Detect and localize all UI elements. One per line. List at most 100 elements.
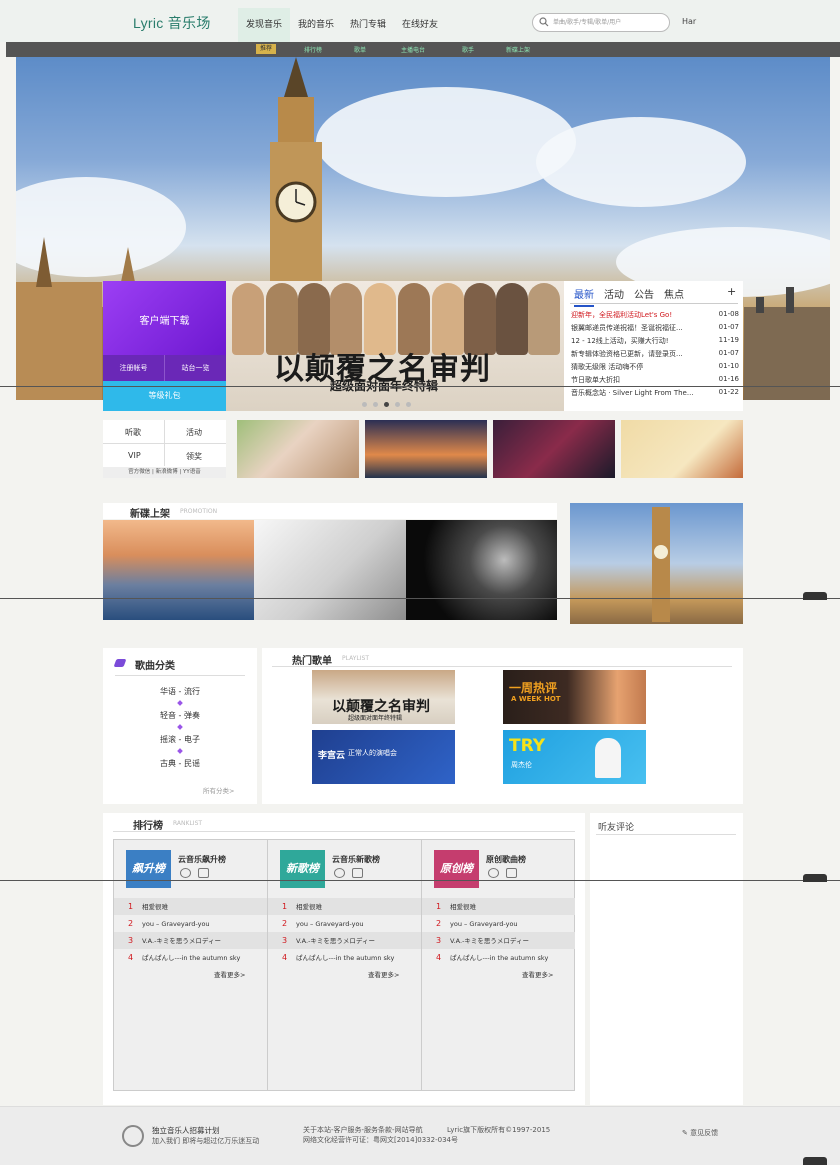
footer-links[interactable]: 关于本站-客户服务-服务条款-网站导航 (303, 1125, 423, 1135)
site-list-button[interactable]: 站台一览 (165, 355, 226, 381)
search-box[interactable] (532, 13, 670, 32)
comments-panel: 听友评论 (590, 813, 743, 1105)
news-item[interactable]: 新专辑体验资格已更新，请登录页... 01-07 (571, 349, 739, 362)
playlist-cover[interactable]: 一周热评 A WEEK HOT (503, 670, 646, 724)
play-icon[interactable] (334, 868, 345, 878)
banner-dot[interactable] (362, 402, 367, 407)
news-item[interactable]: 12 - 12线上活动，买赚大行动! 11-19 (571, 336, 739, 349)
board-name[interactable]: 云音乐新歌榜 (332, 854, 380, 865)
ranking-song[interactable]: 2 you – Graveyard-you (422, 915, 575, 932)
scroll-badge[interactable] (803, 592, 827, 600)
ranking-song[interactable]: 1 相爱很难 (114, 898, 267, 915)
plan-subtitle: 加入我们 即将与超过亿万乐迷互动 (152, 1137, 260, 1145)
board-cover[interactable]: 原创榜 (434, 850, 479, 888)
play-icon[interactable] (488, 868, 499, 878)
quick-listen[interactable]: 听歌 (125, 427, 141, 438)
news-item[interactable]: 音乐概念站 · Silver Light From The... 01-22 (571, 388, 739, 401)
site-logo[interactable]: Lyric 音乐场 (133, 13, 211, 33)
playlist-cover[interactable]: 李宫云 正常人的演唱会 (312, 730, 455, 784)
top-bar: Lyric 音乐场 发现音乐 我的音乐 热门专辑 在线好友 Har (0, 0, 840, 42)
news-item[interactable]: 猜歌无级限 活动嗨不停 01-10 (571, 362, 739, 375)
board-cover[interactable]: 新歌榜 (280, 850, 325, 888)
playlist-cover[interactable]: 以颠覆之名审判 超级面对面年终特辑 (312, 670, 455, 724)
register-account-button[interactable]: 注册帐号 (103, 355, 165, 381)
ranking-song[interactable]: 3 V.A.-キミを思うメロディー (422, 932, 575, 949)
ranking-song[interactable]: 2 you – Graveyard-you (114, 915, 267, 932)
quick-claim[interactable]: 领奖 (186, 451, 202, 462)
ranking-song[interactable]: 4 ぱんぱんし---in the autumn sky (422, 949, 575, 966)
ranking-section: 排行榜 RANKLIST 飙升榜 云音乐飙升榜 1 相爱很难 2 you – Gra… (103, 813, 585, 1105)
banner-dot[interactable] (395, 402, 400, 407)
ranking-song[interactable]: 1 相爱很难 (422, 898, 575, 915)
promo-thumb-anime[interactable] (493, 420, 615, 478)
playlist-cover[interactable]: TRY 周杰伦 (503, 730, 646, 784)
nav-discover[interactable]: 发现音乐 (238, 8, 291, 42)
news-list: 迎新年，全民福利活动Let's Go! 01-08 银翼邮递员传递祝福！圣诞祝福征… (571, 310, 739, 401)
musician-icon (122, 1125, 144, 1147)
album-cover-city[interactable] (103, 520, 254, 620)
client-download-button[interactable]: 客户端下载 (103, 281, 226, 355)
categories-title: 歌曲分类 (135, 661, 175, 672)
client-download-label: 客户端下载 (139, 316, 190, 327)
category-classical[interactable]: 古典 - 民谣 (103, 758, 257, 769)
scroll-badge[interactable] (803, 874, 827, 882)
ranking-song[interactable]: 1 相爱很难 (268, 898, 421, 915)
add-icon[interactable] (352, 868, 363, 878)
banner-dot[interactable] (406, 402, 411, 407)
promo-thumb-sunset[interactable] (365, 420, 487, 478)
category-pop[interactable]: 华语 - 流行 (103, 686, 257, 697)
album-cover-guitar[interactable] (254, 520, 406, 620)
category-icon (113, 659, 127, 667)
category-rock[interactable]: 摇滚 - 电子 (103, 734, 257, 745)
search-input[interactable] (553, 16, 665, 29)
ranking-song[interactable]: 3 V.A.-キミを思うメロディー (268, 932, 421, 949)
board-name[interactable]: 云音乐飙升榜 (178, 854, 226, 865)
ranking-board: 新歌榜 云音乐新歌榜 1 相爱很难 2 you – Graveyard-you 3V… (268, 840, 422, 1090)
ranking-song[interactable]: 2 you – Graveyard-you (268, 915, 421, 932)
add-icon[interactable] (198, 868, 209, 878)
scroll-badge[interactable] (803, 1157, 827, 1165)
subnav-radio[interactable]: 主播电台 (401, 45, 425, 54)
subnav-recommend[interactable]: 推荐 (256, 44, 277, 54)
plus-icon[interactable]: + (727, 285, 736, 298)
subnav-playlists[interactable]: 歌单 (354, 45, 366, 54)
nav-my-music[interactable]: 我的音乐 (290, 8, 342, 42)
play-icon[interactable] (180, 868, 191, 878)
add-icon[interactable] (506, 868, 517, 878)
album-cover-singer[interactable] (406, 520, 557, 620)
ranking-song[interactable]: 4 ぱんぱんし---in the autumn sky (114, 949, 267, 966)
ranking-song[interactable]: 3 V.A.-キミを思うメロディー (114, 932, 267, 949)
banner-dot-active[interactable] (384, 402, 389, 407)
board-name[interactable]: 原创歌曲榜 (486, 854, 526, 865)
quick-vip[interactable]: VIP (128, 451, 141, 460)
nav-online-friends[interactable]: 在线好友 (394, 8, 446, 42)
see-more-link[interactable]: 查看更多> (522, 969, 553, 979)
social-links[interactable]: 官方微信 | 新浪微博 | YY语音 (103, 467, 226, 478)
news-item[interactable]: 迎新年，全民福利活动Let's Go! 01-08 (571, 310, 739, 323)
subnav-artists[interactable]: 歌手 (462, 45, 474, 54)
news-item[interactable]: 银翼邮递员传递祝福！圣诞祝福征... 01-07 (571, 323, 739, 336)
category-light[interactable]: 轻音 - 弹奏 (103, 710, 257, 721)
see-more-link[interactable]: 查看更多> (368, 969, 399, 979)
album-cover-bigben[interactable] (570, 503, 743, 624)
all-categories-link[interactable]: 所有分类> (203, 785, 234, 795)
promo-thumb-gift[interactable] (621, 420, 743, 478)
hero-banner[interactable]: 以颠覆之名审判 超级面对面年终特辑 (226, 281, 564, 411)
banner-dot[interactable] (373, 402, 378, 407)
subnav-new-albums[interactable]: 新碟上架 (506, 45, 530, 54)
plan-title[interactable]: 独立音乐人招募计划 (152, 1125, 220, 1136)
comments-title: 听友评论 (598, 823, 635, 833)
feedback-link[interactable]: ✎ 意见反馈 (682, 1128, 718, 1138)
quick-events[interactable]: 活动 (186, 427, 202, 438)
subnav-ranking[interactable]: 排行榜 (304, 45, 322, 54)
new-albums-title: 新碟上架 (130, 509, 170, 520)
playlists-subtitle: PLAYLIST (342, 655, 369, 662)
pencil-icon: ✎ (682, 1129, 688, 1137)
promo-thumb-girl[interactable] (237, 420, 359, 478)
user-name[interactable]: Har (682, 17, 696, 26)
ranking-song[interactable]: 4 ぱんぱんし---in the autumn sky (268, 949, 421, 966)
board-cover[interactable]: 飙升榜 (126, 850, 171, 888)
footer-license: 网络文化经营许可证：粤网文[2014]0332-034号 (303, 1136, 458, 1144)
nav-hot-albums[interactable]: 热门专辑 (342, 8, 394, 42)
see-more-link[interactable]: 查看更多> (214, 969, 245, 979)
